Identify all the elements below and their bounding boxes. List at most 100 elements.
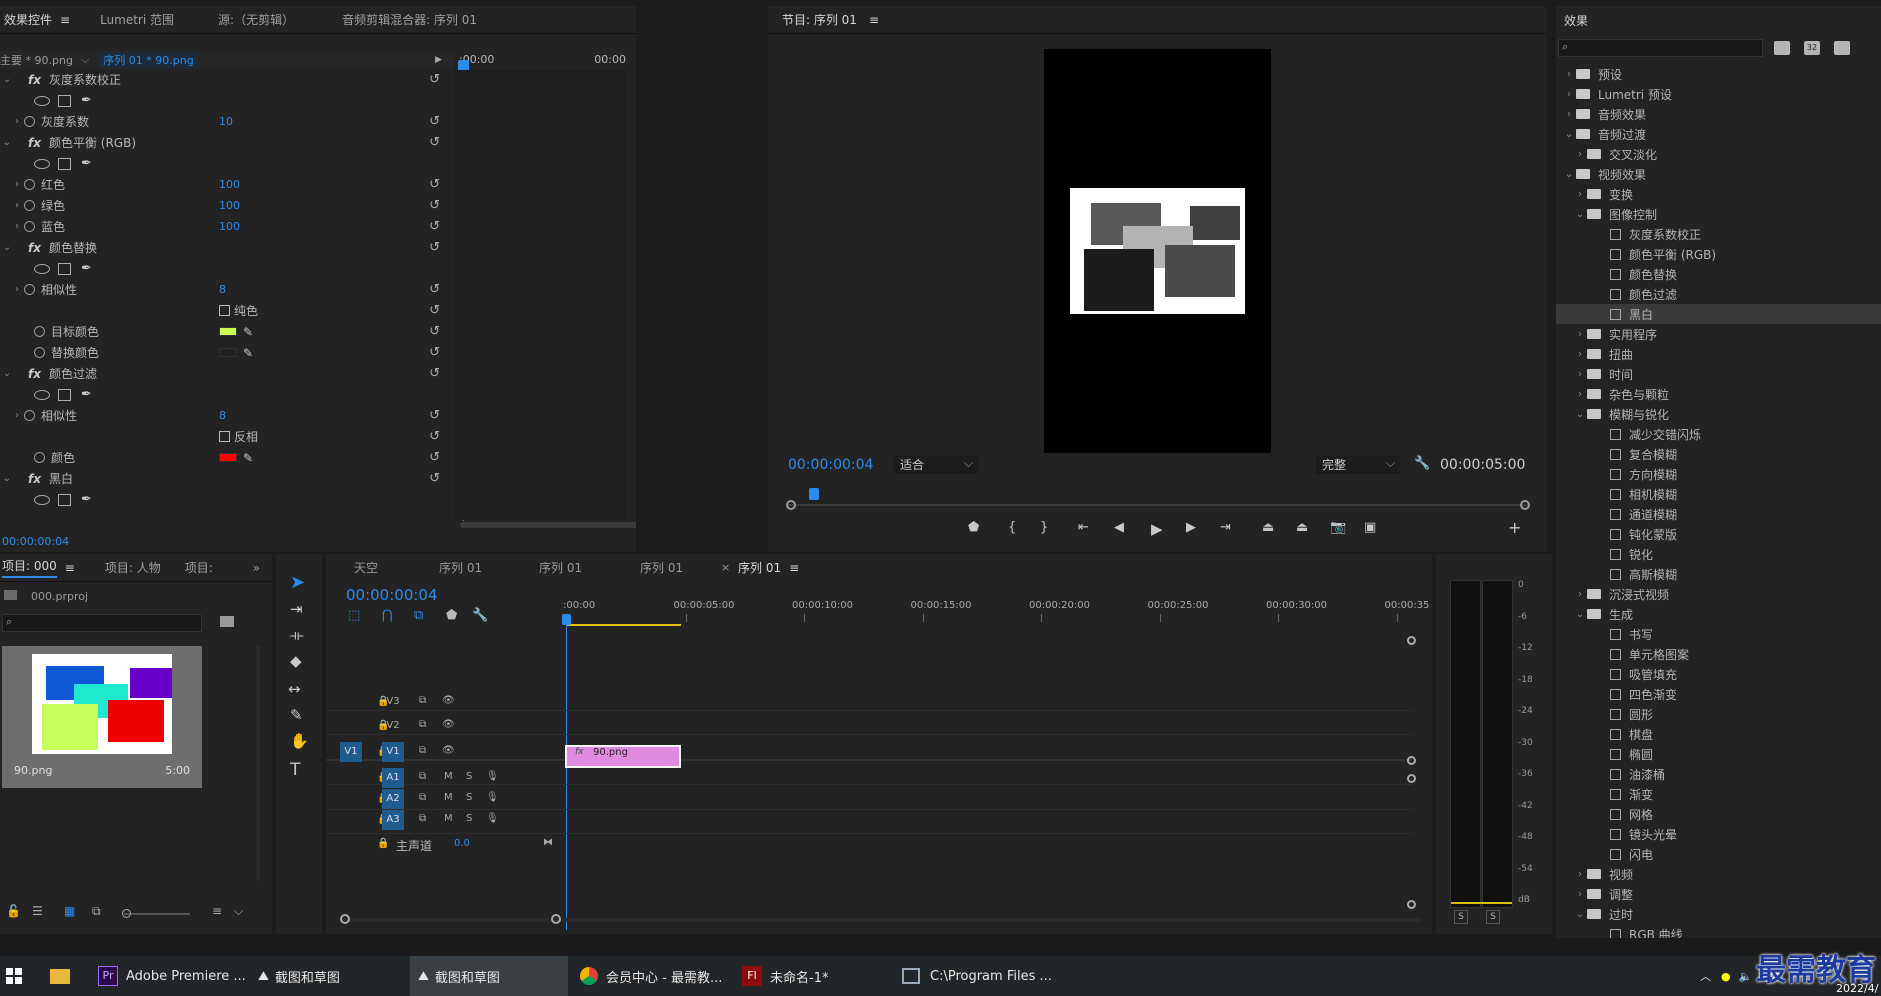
source-clip-label[interactable]: 主要 * 90.png bbox=[0, 52, 73, 68]
chevron-down-icon[interactable]: ⌄ bbox=[0, 242, 14, 253]
extract-icon[interactable]: ⏏ bbox=[1296, 520, 1308, 535]
zoom-slider-handle[interactable] bbox=[122, 909, 131, 918]
solo-button[interactable]: S bbox=[466, 771, 472, 782]
linked-selection-icon[interactable]: ⧉ bbox=[414, 608, 423, 623]
eyedropper-icon[interactable]: ✎ bbox=[243, 346, 253, 360]
effects-item[interactable]: 四色渐变 bbox=[1556, 684, 1876, 704]
effects-folder[interactable]: › 杂色与颗粒 bbox=[1556, 384, 1876, 404]
chevron-down-icon[interactable]: ⌄ bbox=[1573, 409, 1587, 420]
effects-item[interactable]: 黑白 bbox=[1556, 304, 1881, 324]
chevron-right-icon[interactable]: › bbox=[1562, 69, 1576, 80]
ellipse-mask-icon[interactable] bbox=[34, 263, 50, 274]
start-button[interactable] bbox=[6, 956, 32, 996]
reset-icon[interactable]: ↺ bbox=[429, 303, 440, 318]
tab-seq-1[interactable]: 序列 01 bbox=[439, 559, 482, 576]
tab-project-other[interactable]: 项目: bbox=[173, 559, 225, 576]
project-search-input[interactable]: ⌕ bbox=[2, 614, 202, 632]
track-select-tool-icon[interactable]: ⇥ bbox=[290, 600, 303, 618]
rectangle-mask-icon[interactable] bbox=[58, 94, 71, 107]
reset-icon[interactable]: ↺ bbox=[429, 219, 440, 234]
yuv-effects-icon[interactable] bbox=[1834, 41, 1850, 55]
eyedropper-icon[interactable]: ✎ bbox=[243, 451, 253, 465]
fx-toggle-icon[interactable]: fx bbox=[28, 472, 41, 486]
export-frame-icon[interactable]: 📷 bbox=[1330, 520, 1346, 535]
panel-menu-icon[interactable]: ≡ bbox=[869, 13, 879, 27]
eye-icon[interactable]: 👁 bbox=[442, 719, 455, 730]
tab-seq-active[interactable]: 序列 01 ≡ bbox=[738, 559, 799, 576]
step-forward-icon[interactable]: ▶ bbox=[1186, 520, 1196, 535]
fx-toggle-icon[interactable]: fx bbox=[28, 136, 41, 150]
chevron-right-icon[interactable]: › bbox=[10, 410, 24, 421]
param-value[interactable]: 10 bbox=[219, 115, 233, 128]
effects-item[interactable]: 锐化 bbox=[1556, 544, 1876, 564]
pen-mask-icon[interactable]: ✒ bbox=[81, 492, 92, 507]
reset-icon[interactable]: ↺ bbox=[429, 177, 440, 192]
param-value[interactable]: 100 bbox=[219, 199, 240, 212]
ellipse-mask-icon[interactable] bbox=[34, 389, 50, 400]
track-target[interactable]: A1 bbox=[382, 768, 404, 788]
add-marker-icon[interactable]: ⬟ bbox=[968, 520, 979, 535]
lift-icon[interactable]: ⏏ bbox=[1262, 520, 1274, 535]
32bit-effects-icon[interactable]: 32 bbox=[1804, 41, 1820, 55]
reset-icon[interactable]: ↺ bbox=[429, 429, 440, 444]
zoom-handle-left[interactable] bbox=[786, 500, 796, 510]
chevron-down-icon[interactable]: ⌄ bbox=[1562, 129, 1576, 140]
comparison-view-icon[interactable]: ▣ bbox=[1364, 520, 1376, 535]
list-view-icon[interactable]: ☰ bbox=[32, 904, 43, 918]
new-bin-icon[interactable] bbox=[220, 616, 234, 627]
checkbox[interactable]: 反相 bbox=[219, 428, 258, 445]
eyedropper-icon[interactable]: ✎ bbox=[243, 325, 253, 339]
zoom-handle-right[interactable] bbox=[1520, 500, 1530, 510]
effects-item[interactable]: 书写 bbox=[1556, 624, 1876, 644]
go-to-master-icon[interactable]: ⧓ bbox=[543, 837, 553, 848]
mute-button[interactable]: M bbox=[444, 813, 453, 824]
pen-mask-icon[interactable]: ✒ bbox=[81, 156, 92, 171]
chevron-right-icon[interactable]: › bbox=[1573, 889, 1587, 900]
horizontal-scrollbar[interactable] bbox=[460, 522, 636, 528]
zoom-handle-right[interactable] bbox=[551, 914, 561, 924]
pen-tool-icon[interactable]: ✎ bbox=[290, 706, 303, 724]
vertical-zoom-handle[interactable] bbox=[1407, 774, 1416, 783]
solo-left-button[interactable]: S bbox=[1454, 910, 1468, 924]
timeline-clip[interactable]: fx 90.png bbox=[565, 745, 681, 768]
rectangle-mask-icon[interactable] bbox=[58, 262, 71, 275]
ellipse-mask-icon[interactable] bbox=[34, 494, 50, 505]
checkbox[interactable]: 纯色 bbox=[219, 302, 258, 319]
effects-item[interactable]: 棋盘 bbox=[1556, 724, 1876, 744]
taskbar-snip-2[interactable]: ⛰ 截图和草图 bbox=[410, 956, 568, 996]
reset-icon[interactable]: ↺ bbox=[429, 282, 440, 297]
ellipse-mask-icon[interactable] bbox=[34, 95, 50, 106]
sync-lock-icon[interactable]: ⧉ bbox=[419, 813, 426, 824]
color-swatch[interactable] bbox=[219, 452, 237, 462]
taskbar-chrome[interactable]: 会员中心 - 最需教... bbox=[580, 956, 722, 996]
horizontal-zoom-bar[interactable] bbox=[340, 918, 1420, 922]
solo-button[interactable]: S bbox=[466, 792, 472, 803]
chevron-right-icon[interactable]: › bbox=[1573, 389, 1587, 400]
tab-lumetri-scopes[interactable]: Lumetri 范围 bbox=[88, 11, 186, 28]
dropdown-icon[interactable]: ⌵ bbox=[81, 53, 89, 67]
reset-icon[interactable]: ↺ bbox=[429, 72, 440, 87]
settings-wrench-icon[interactable]: 🔧 bbox=[1414, 456, 1430, 471]
program-timecode[interactable]: 00:00:00:04 bbox=[788, 457, 873, 473]
effects-item[interactable]: 高斯模糊 bbox=[1556, 564, 1876, 584]
program-playhead[interactable] bbox=[809, 488, 819, 500]
effects-item[interactable]: 方向模糊 bbox=[1556, 464, 1876, 484]
play-only-icon[interactable]: ▶ bbox=[435, 55, 442, 65]
stopwatch-icon[interactable] bbox=[24, 200, 35, 211]
type-tool-icon[interactable]: T bbox=[290, 760, 300, 780]
chevron-right-icon[interactable]: › bbox=[1562, 109, 1576, 120]
program-viewer[interactable] bbox=[1044, 49, 1271, 453]
color-swatch[interactable] bbox=[219, 347, 237, 357]
tab-project-000[interactable]: 项目: 000 ≡ bbox=[0, 557, 87, 578]
sync-lock-icon[interactable]: ⧉ bbox=[419, 745, 426, 756]
panel-menu-icon[interactable]: ≡ bbox=[60, 13, 70, 27]
nest-icon[interactable]: ⬚ bbox=[348, 608, 360, 623]
vertical-zoom-handle[interactable] bbox=[1407, 636, 1416, 645]
stopwatch-icon[interactable] bbox=[34, 347, 45, 358]
effects-item[interactable]: 吸管填充 bbox=[1556, 664, 1876, 684]
add-button-icon[interactable]: + bbox=[1508, 518, 1521, 537]
effects-search-input[interactable]: ⌕ bbox=[1558, 39, 1763, 57]
freeform-view-icon[interactable]: ⧉ bbox=[92, 904, 101, 919]
effects-folder[interactable]: › 沉浸式视频 bbox=[1556, 584, 1876, 604]
sync-lock-icon[interactable]: ⧉ bbox=[419, 771, 426, 782]
